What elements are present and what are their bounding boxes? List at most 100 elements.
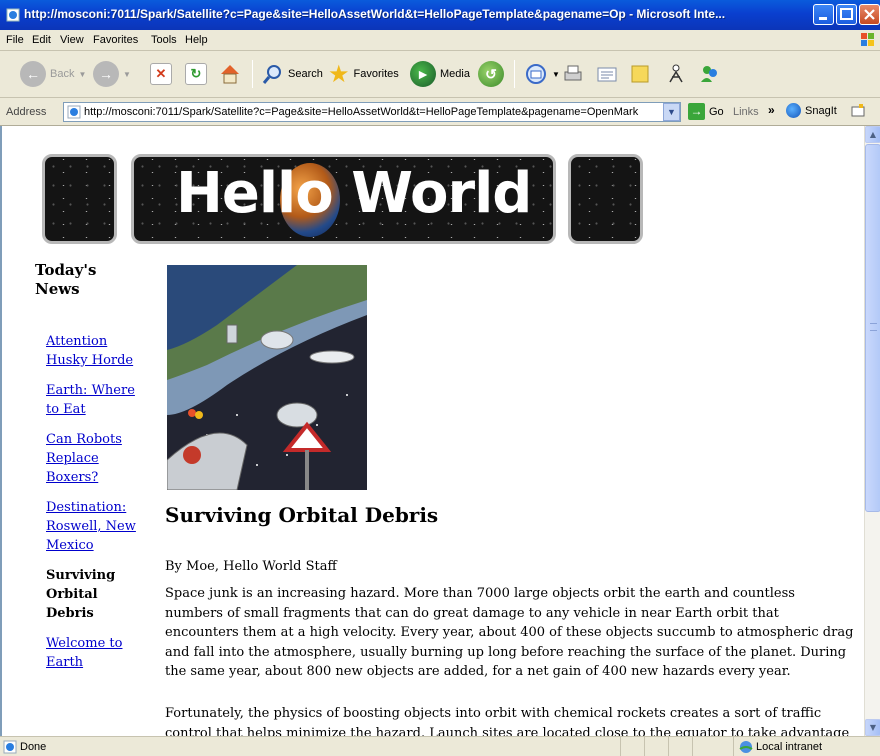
intranet-globe-icon — [739, 741, 753, 753]
search-button[interactable]: Search — [262, 58, 323, 90]
forward-arrow-icon: → — [93, 61, 119, 87]
windows-logo-icon — [861, 33, 874, 46]
maximize-button[interactable] — [836, 4, 857, 25]
menu-bar: File Edit View Favorites Tools Help — [0, 30, 880, 51]
article-byline: By Moe, Hello World Staff — [165, 559, 337, 574]
refresh-icon: ↻ — [185, 63, 207, 85]
status-divider — [692, 737, 693, 756]
snagit-icon — [786, 103, 801, 118]
search-icon — [262, 65, 281, 84]
window-title: http://mosconi:7011/Spark/Satellite?c=Pa… — [24, 7, 726, 21]
scroll-grip-icon — [870, 323, 877, 331]
messenger-button[interactable] — [698, 58, 722, 90]
discuss-note-icon — [631, 65, 649, 83]
nav-current-item: Surviving Orbital Debris — [46, 568, 116, 621]
back-label: Back — [50, 68, 75, 80]
address-input[interactable]: http://mosconi:7011/Spark/Satellite?c=Pa… — [63, 102, 681, 122]
ie-page-icon — [67, 105, 81, 119]
space-debris-illustration — [167, 265, 367, 490]
news-nav: Attention Husky Horde Earth: Where to Ea… — [46, 332, 136, 683]
refresh-button[interactable]: ↻ — [185, 58, 207, 90]
status-divider — [644, 737, 645, 756]
banner-main: Hello World — [131, 154, 556, 244]
menu-edit[interactable]: Edit — [32, 34, 51, 46]
title-bar: http://mosconi:7011/Spark/Satellite?c=Pa… — [0, 0, 880, 30]
nav-link[interactable]: Welcome to Earth — [46, 634, 136, 672]
article-illustration — [167, 265, 367, 490]
mail-icon — [526, 64, 546, 84]
home-icon — [221, 65, 239, 84]
banner-starfield-right — [568, 154, 643, 244]
snagit-capture-icon[interactable] — [850, 103, 866, 119]
menu-tools[interactable]: Tools — [151, 34, 177, 46]
favorites-button[interactable]: ★ Favorites — [328, 58, 399, 90]
links-label[interactable]: Links — [733, 106, 759, 118]
media-icon: ► — [410, 61, 436, 87]
toolbar-separator — [514, 60, 515, 88]
vertical-scrollbar[interactable]: ▲ ▼ — [864, 126, 880, 736]
close-icon — [864, 9, 875, 20]
menu-favorites[interactable]: Favorites — [93, 34, 138, 46]
menu-view[interactable]: View — [60, 34, 84, 46]
chevron-down-icon: ▼ — [869, 723, 877, 732]
nav-link[interactable]: Attention Husky Horde — [46, 332, 136, 370]
article-title: Surviving Orbital Debris — [165, 503, 439, 527]
media-button[interactable]: ► Media — [410, 58, 470, 90]
history-icon: ↺ — [478, 61, 504, 87]
back-button[interactable]: ← Back ▼ — [20, 58, 86, 90]
stop-icon: ✕ — [150, 63, 172, 85]
close-button[interactable] — [859, 4, 880, 25]
scroll-down-button[interactable]: ▼ — [865, 719, 880, 736]
chevron-down-icon: ▼ — [552, 69, 560, 79]
print-button[interactable] — [561, 58, 585, 90]
scroll-thumb[interactable] — [865, 144, 880, 512]
sidebar-heading: Today's News — [35, 261, 97, 298]
address-bar: Address http://mosconi:7011/Spark/Satell… — [0, 98, 880, 126]
media-label: Media — [440, 68, 470, 80]
discuss-button[interactable] — [628, 58, 652, 90]
menu-help[interactable]: Help — [185, 34, 208, 46]
standard-toolbar: ← Back ▼ → ▼ ✕ ↻ Search ★ Favorites ► Me… — [0, 51, 880, 98]
toolbar-separator — [252, 60, 253, 88]
snagit-button[interactable]: SnagIt — [786, 103, 837, 118]
edit-button[interactable] — [595, 58, 619, 90]
banner-title: Hello World — [176, 161, 532, 226]
favorites-label: Favorites — [353, 68, 399, 80]
go-button[interactable]: → Go — [688, 103, 724, 120]
security-zone: Local intranet — [733, 737, 880, 756]
chevron-right-icon[interactable]: » — [768, 103, 775, 117]
minimize-button[interactable] — [813, 4, 834, 25]
address-url: http://mosconi:7011/Spark/Satellite?c=Pa… — [84, 106, 639, 118]
status-bar: Done Local intranet — [0, 736, 880, 756]
nav-link[interactable]: Destination: Roswell, New Mexico — [46, 498, 136, 555]
chevron-down-icon: ▼ — [667, 107, 676, 117]
forward-button[interactable]: → ▼ — [93, 58, 131, 90]
favorites-star-icon: ★ — [328, 60, 350, 88]
address-dropdown[interactable]: ▼ — [663, 103, 680, 121]
mail-button[interactable]: ▼ — [524, 58, 560, 90]
stop-button[interactable]: ✕ — [150, 58, 172, 90]
back-arrow-icon: ← — [20, 61, 46, 87]
page-viewport: Hello World Today's News Attention Husky… — [0, 126, 864, 736]
chevron-down-icon: ▼ — [78, 69, 87, 79]
go-label: Go — [709, 105, 724, 118]
maximize-icon — [840, 8, 853, 20]
ie-page-icon — [3, 740, 17, 754]
research-button[interactable] — [664, 58, 688, 90]
edit-document-icon — [597, 67, 617, 82]
status-text: Done — [20, 741, 47, 753]
menu-file[interactable]: File — [6, 34, 24, 46]
search-label: Search — [288, 68, 323, 80]
chevron-up-icon: ▲ — [869, 130, 877, 139]
nav-link[interactable]: Can Robots Replace Boxers? — [46, 430, 136, 487]
scroll-up-button[interactable]: ▲ — [865, 126, 880, 143]
status-divider — [668, 737, 669, 756]
status-divider — [620, 737, 621, 756]
article-paragraph: Space junk is an increasing hazard. More… — [165, 586, 854, 679]
history-button[interactable]: ↺ — [478, 58, 504, 90]
snagit-label: SnagIt — [805, 104, 837, 117]
minimize-icon — [819, 17, 827, 20]
home-button[interactable] — [218, 58, 242, 90]
nav-link[interactable]: Earth: Where to Eat — [46, 381, 136, 419]
zone-label: Local intranet — [756, 741, 823, 753]
